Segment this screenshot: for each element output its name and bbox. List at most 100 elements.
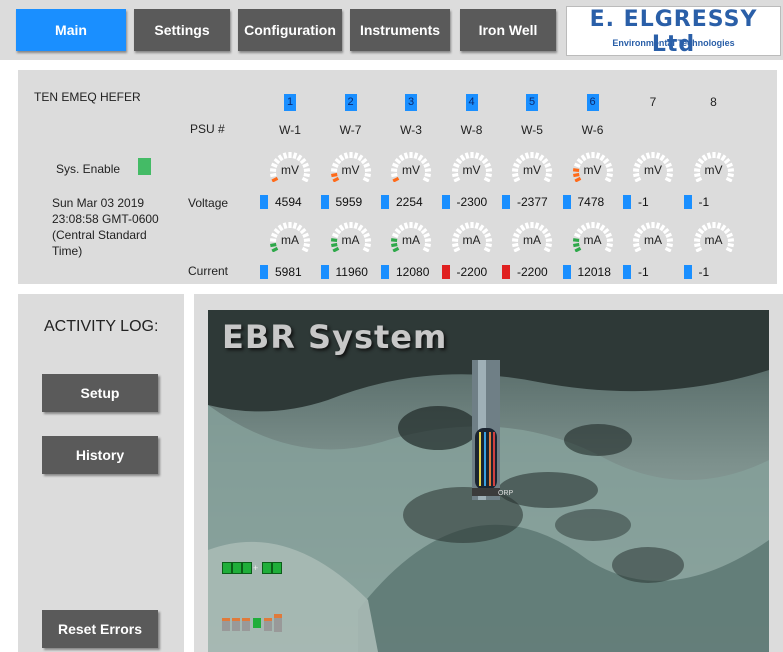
gauge-tick xyxy=(422,246,430,253)
gauge-tick xyxy=(594,222,600,230)
current-value: 5981 xyxy=(275,265,302,279)
gauge-tick xyxy=(403,152,409,160)
gauge-tick xyxy=(655,222,661,230)
gauge-tick xyxy=(356,224,363,232)
voltage-gauge: mV xyxy=(448,146,496,183)
activity-log-title: ACTIVITY LOG: xyxy=(44,318,159,335)
gauge-tick xyxy=(459,224,466,232)
gauge-tick xyxy=(645,222,651,230)
gauge-tick xyxy=(338,154,345,162)
gauge-tick xyxy=(459,154,466,162)
gauge-unit: mV xyxy=(583,163,602,177)
nav-configuration-button[interactable]: Configuration xyxy=(238,9,342,51)
current-status-indicator xyxy=(502,265,510,279)
current-gauge: mA xyxy=(266,216,314,253)
gauge-tick xyxy=(403,222,409,230)
psu-channel-number: 8 xyxy=(710,95,717,109)
well-label: W-7 xyxy=(339,123,362,137)
orp-probe-label: ORP xyxy=(498,490,514,497)
voltage-gauge: mV xyxy=(327,146,375,183)
gauge-tick xyxy=(338,224,345,232)
nav-settings-button[interactable]: Settings xyxy=(134,9,230,51)
gauge-tick xyxy=(417,154,424,162)
status-panel: TEN EMEQ HEFER Sys. Enable Sun Mar 03 20… xyxy=(18,70,777,284)
gauge-tick xyxy=(664,176,672,183)
current-status-indicator xyxy=(623,265,631,279)
sensor-cell xyxy=(274,614,282,632)
current-gauge: mA xyxy=(690,216,738,253)
voltage-value: 4594 xyxy=(275,195,302,209)
voltage-status-indicator xyxy=(683,195,692,209)
voltage-status-indicator xyxy=(623,195,631,209)
voltage-gauge: mV xyxy=(690,146,738,183)
gauge-unit: mV xyxy=(281,163,299,177)
voltage-status-indicator xyxy=(260,195,268,209)
gauge-tick xyxy=(477,224,484,232)
gauge-tick xyxy=(725,176,733,183)
gauge-tick xyxy=(594,152,600,160)
reset-errors-button[interactable]: Reset Errors xyxy=(42,610,158,648)
gauge-tick xyxy=(519,224,526,232)
gauge-unit: mA xyxy=(583,233,602,247)
nav-iron-well-button[interactable]: Iron Well xyxy=(460,9,556,51)
gauge-tick xyxy=(271,246,279,253)
gauge-tick xyxy=(524,222,530,230)
ebr-view-frame: EBR System ORP + xyxy=(194,294,783,652)
gauge-tick xyxy=(473,222,479,230)
gauge-unit: mA xyxy=(462,233,481,247)
psu-channel-number: 1 xyxy=(284,94,296,111)
sensor-cell xyxy=(222,618,230,631)
gauge-unit: mA xyxy=(402,233,420,247)
sys-enable-label: Sys. Enable xyxy=(56,162,121,176)
gauge-tick xyxy=(301,176,309,183)
gauge-tick xyxy=(524,152,530,160)
history-button[interactable]: History xyxy=(42,436,158,474)
logo-subtitle: Environmental Technologies xyxy=(612,38,735,48)
sensor-cell xyxy=(272,562,282,574)
gauge-tick xyxy=(483,246,491,253)
gauge-tick xyxy=(538,224,545,232)
gauge-unit: mA xyxy=(644,233,662,247)
nav-instruments-button[interactable]: Instruments xyxy=(350,9,450,51)
sensor-cell xyxy=(232,562,242,574)
psu-channel-number: 3 xyxy=(405,94,417,111)
current-gauge: mA xyxy=(629,216,677,253)
voltage-label: Voltage xyxy=(188,196,229,210)
gauge-tick xyxy=(659,224,666,232)
gauge-tick xyxy=(343,222,349,230)
gauge-tick xyxy=(694,246,702,253)
voltage-status-indicator xyxy=(441,195,450,209)
gauge-tick xyxy=(640,224,647,232)
company-logo: E. ELGRESSY Ltd Environmental Technologi… xyxy=(566,6,781,57)
gauge-tick xyxy=(694,176,702,183)
site-name: TEN EMEQ HEFER xyxy=(34,90,141,104)
gauge-tick xyxy=(477,154,484,162)
sys-enable-indicator[interactable] xyxy=(138,158,151,175)
sensor-cell xyxy=(264,618,272,631)
well-label: W-3 xyxy=(400,123,422,137)
gauge-tick xyxy=(352,152,358,160)
gauge-tick xyxy=(356,154,363,162)
gauge-tick xyxy=(398,224,405,232)
sensor-plus: + xyxy=(253,563,259,573)
gauge-tick xyxy=(422,176,430,183)
psu-channel-number: 4 xyxy=(465,94,478,111)
current-status-indicator xyxy=(441,265,450,279)
current-status-indicator xyxy=(320,265,329,279)
voltage-gauge: mV xyxy=(266,146,314,183)
gauge-tick xyxy=(343,152,349,160)
gauge-tick xyxy=(604,176,612,183)
well-label: W-8 xyxy=(460,123,483,137)
gauge-tick xyxy=(483,176,491,183)
gauge-tick xyxy=(585,222,591,230)
current-value: -2200 xyxy=(517,265,548,279)
voltage-gauge: mV xyxy=(508,146,556,183)
gauge-tick xyxy=(706,152,712,160)
top-nav-bar: Main Settings Configuration Instruments … xyxy=(0,0,783,60)
gauge-tick xyxy=(277,154,284,162)
gauge-tick xyxy=(392,176,400,183)
current-status-indicator xyxy=(562,265,571,279)
current-gauge: mA xyxy=(387,216,435,253)
setup-button[interactable]: Setup xyxy=(42,374,158,412)
nav-main-button[interactable]: Main xyxy=(16,9,126,51)
